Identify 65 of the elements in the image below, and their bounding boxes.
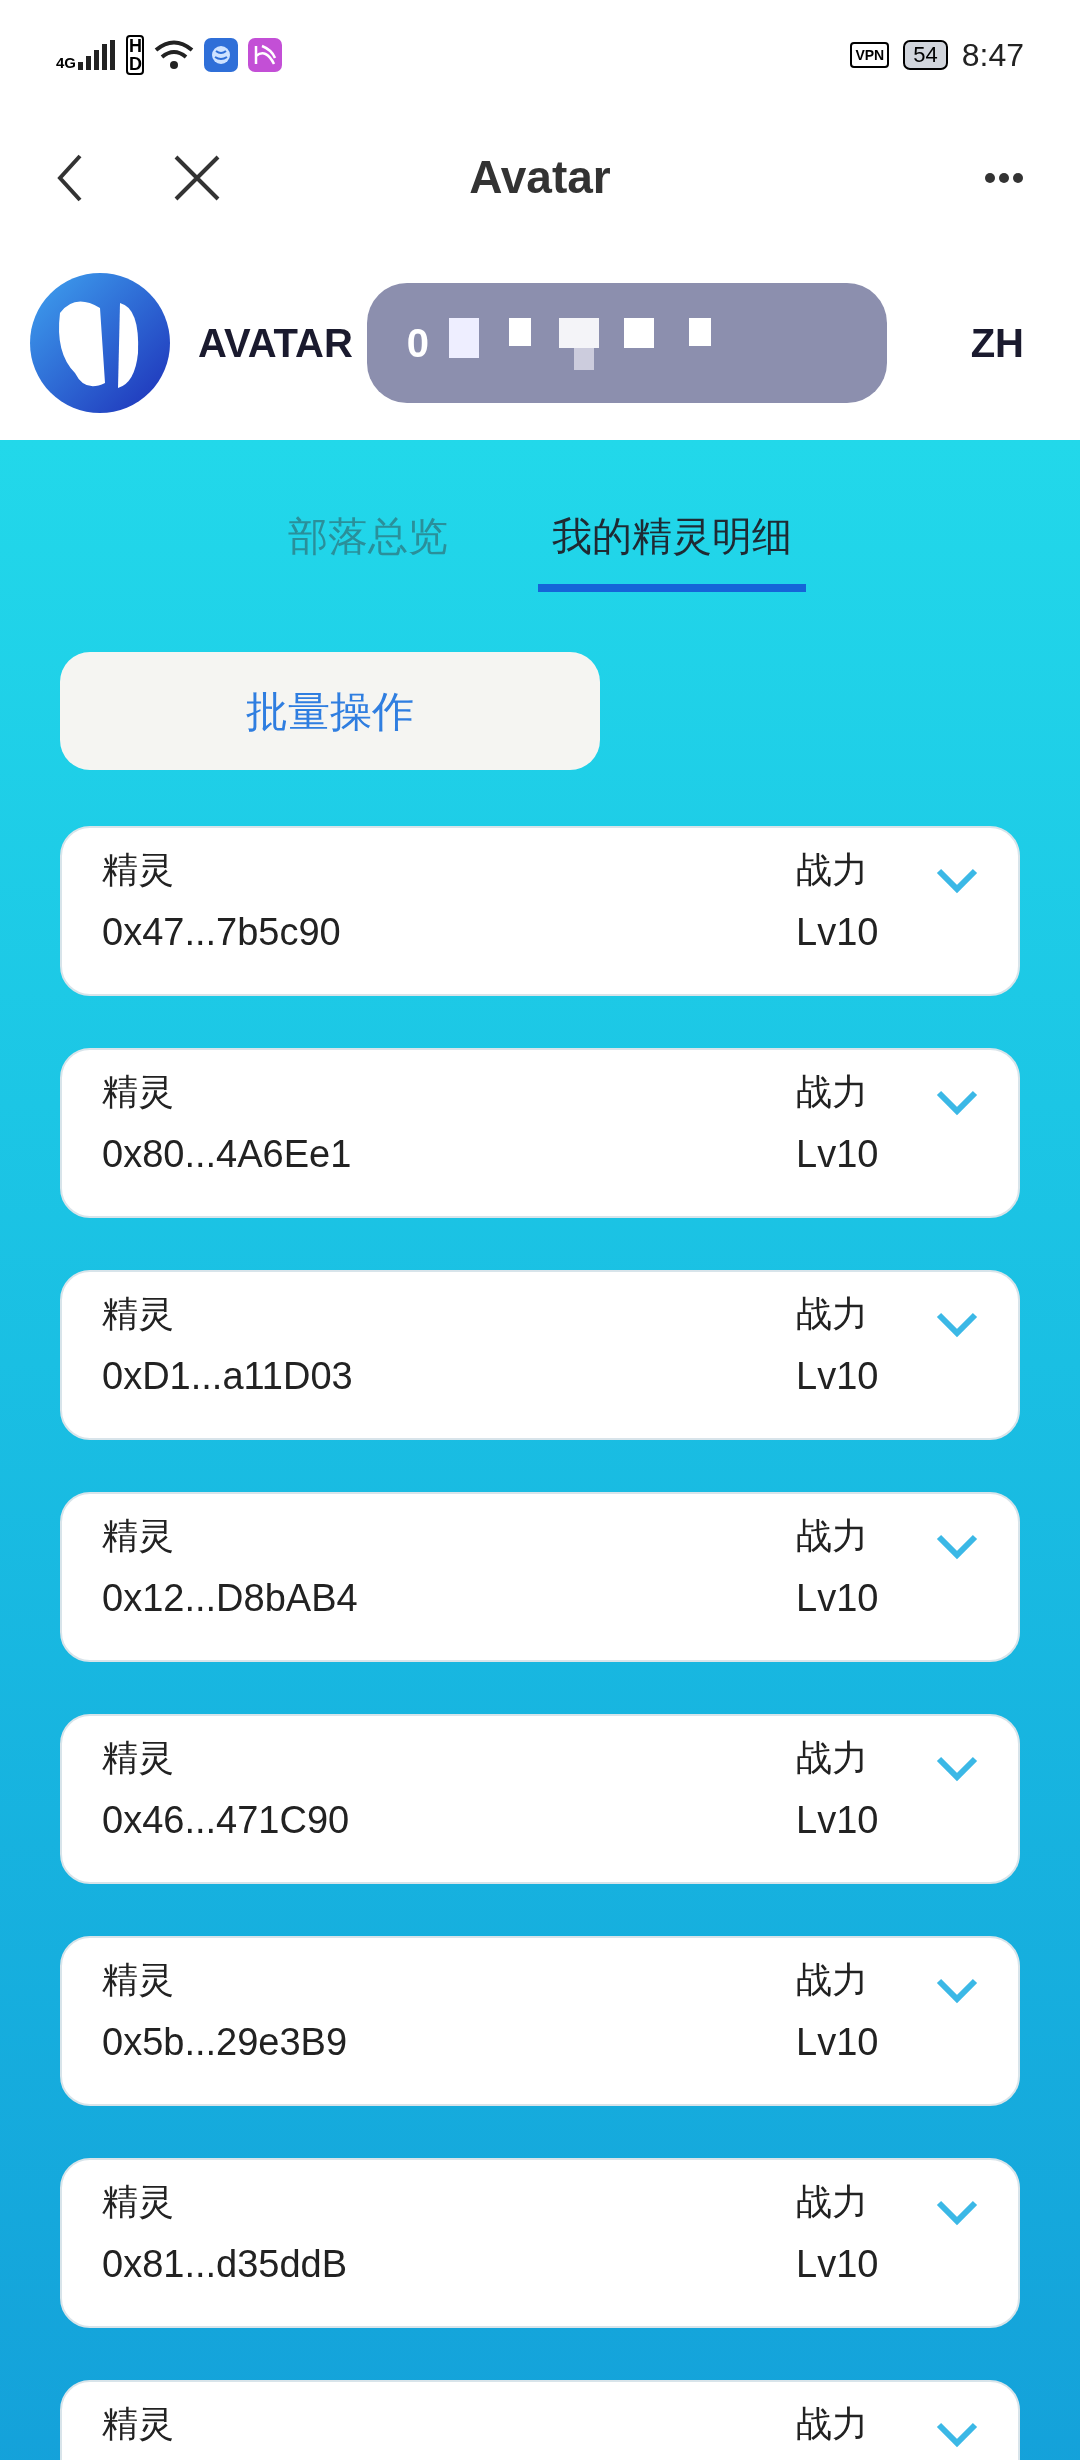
network-label: 4G <box>56 55 76 70</box>
spirit-address: 0x81...d35ddB <box>102 2242 349 2286</box>
spirit-card[interactable]: 精灵 0x46...471C90 战力 Lv10 <box>60 1714 1020 1884</box>
clock-time: 8:47 <box>961 36 1024 75</box>
wallet-address: 0 <box>406 319 430 367</box>
page-title: Avatar <box>469 150 611 205</box>
spirit-card[interactable]: 精灵 0x80...4A6Ee1 战力 Lv10 <box>60 1048 1020 1218</box>
power-label: 战力 <box>796 2180 869 2224</box>
spirit-card[interactable]: 精灵 0x81...d35ddB 战力 Lv10 <box>60 2158 1020 2328</box>
chevron-down-icon[interactable] <box>936 2422 978 2448</box>
power-label: 战力 <box>796 1514 869 1558</box>
battery-indicator: 54 <box>903 40 948 70</box>
batch-operation-button[interactable]: 批量操作 <box>60 652 600 770</box>
spirit-label: 精灵 <box>102 1736 175 1780</box>
spirit-label: 精灵 <box>102 1958 175 2002</box>
level-value: Lv10 <box>796 2242 880 2286</box>
power-label: 战力 <box>796 1736 869 1780</box>
globe-app-icon <box>204 38 238 72</box>
signal-icon <box>78 40 116 70</box>
power-label: 战力 <box>796 2402 869 2446</box>
level-value: Lv10 <box>796 1132 880 1176</box>
spirit-card[interactable]: 精灵 0x12...D8bAB4 战力 Lv10 <box>60 1492 1020 1662</box>
spirit-address: 0x47...7b5c90 <box>102 910 342 954</box>
vpn-badge: VPN <box>850 42 890 68</box>
spirit-address: 0x46...471C90 <box>102 1798 351 1842</box>
tab[interactable]: 我的精灵明细 <box>538 506 806 592</box>
spirit-card[interactable]: 精灵 战力 <box>60 2380 1020 2460</box>
spirit-address: 0x80...4A6Ee1 <box>102 1132 353 1176</box>
spirit-label: 精灵 <box>102 1292 175 1336</box>
app-icon <box>248 38 282 72</box>
spirit-label: 精灵 <box>102 2402 175 2446</box>
brand-name: AVATAR <box>198 319 353 367</box>
spirit-card[interactable]: 精灵 0x47...7b5c90 战力 Lv10 <box>60 826 1020 996</box>
more-icon[interactable] <box>984 171 1024 184</box>
wifi-icon <box>154 38 194 72</box>
spirit-label: 精灵 <box>102 848 175 892</box>
chevron-down-icon[interactable] <box>936 2200 978 2226</box>
power-label: 战力 <box>796 1292 869 1336</box>
power-label: 战力 <box>796 848 869 892</box>
chevron-down-icon[interactable] <box>936 1978 978 2004</box>
spirit-label: 精灵 <box>102 1070 175 1114</box>
back-icon[interactable] <box>56 153 84 202</box>
language-button[interactable]: ZH <box>970 312 1024 373</box>
level-value: Lv10 <box>796 1354 880 1398</box>
power-label: 战力 <box>796 1070 869 1114</box>
chevron-down-icon[interactable] <box>936 1756 978 1782</box>
spirit-card[interactable]: 精灵 0xD1...a11D03 战力 Lv10 <box>60 1270 1020 1440</box>
level-value: Lv10 <box>796 2020 880 2064</box>
logo-icon <box>30 272 170 413</box>
level-value: Lv10 <box>796 910 880 954</box>
chevron-down-icon[interactable] <box>936 1090 978 1116</box>
spirit-address: 0x5b...29e3B9 <box>102 2020 349 2064</box>
close-icon[interactable] <box>174 154 220 201</box>
chevron-down-icon[interactable] <box>936 1312 978 1338</box>
spirit-label: 精灵 <box>102 1514 175 1558</box>
spirit-address: 0xD1...a11D03 <box>102 1354 354 1398</box>
spirit-card[interactable]: 精灵 0x5b...29e3B9 战力 Lv10 <box>60 1936 1020 2106</box>
power-label: 战力 <box>796 1958 869 2002</box>
hd-label: HD <box>126 35 144 75</box>
level-value: Lv10 <box>796 1798 880 1842</box>
spirit-address: 0x12...D8bAB4 <box>102 1576 359 1620</box>
chevron-down-icon[interactable] <box>936 1534 978 1560</box>
level-value: Lv10 <box>796 1576 880 1620</box>
chevron-down-icon[interactable] <box>936 868 978 894</box>
spirit-label: 精灵 <box>102 2180 175 2224</box>
